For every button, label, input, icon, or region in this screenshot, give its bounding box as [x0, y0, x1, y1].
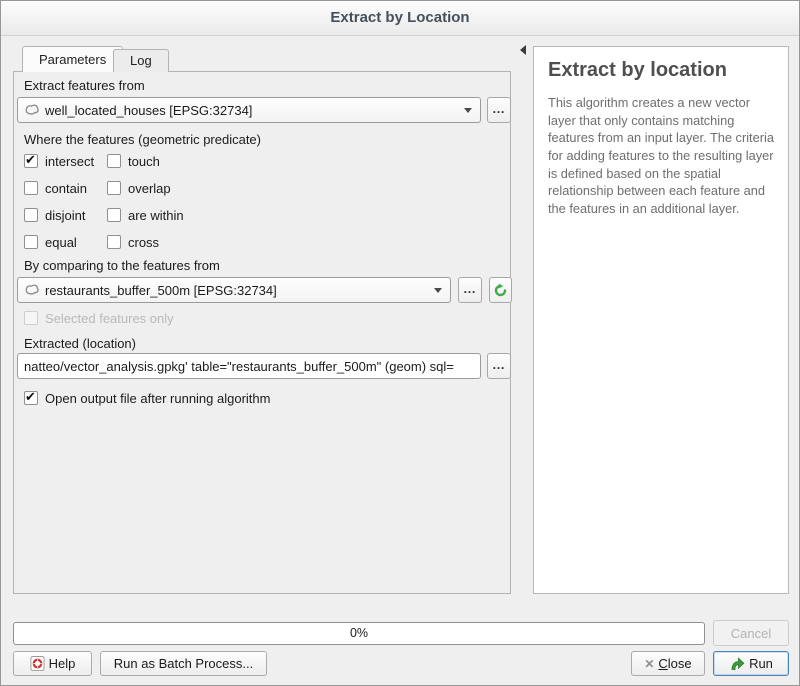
checkbox-equal[interactable]: equal [24, 234, 107, 250]
checkbox-selected-features-only[interactable]: Selected features only [24, 310, 174, 326]
cancel-button[interactable]: Cancel [713, 620, 789, 646]
checkbox-box [107, 208, 121, 222]
checkbox-are-within[interactable]: are within [107, 207, 184, 223]
checkbox-box [24, 391, 38, 405]
progress-value: 0% [350, 626, 368, 640]
extract-by-location-dialog: Extract by Location Parameters Log Extra… [0, 0, 800, 686]
input-layer-combobox[interactable]: well_located_houses [EPSG:32734] [17, 97, 481, 123]
tab-parameters[interactable]: Parameters [22, 46, 123, 72]
help-button-label: Help [49, 656, 76, 671]
help-panel-description: This algorithm creates a new vector laye… [548, 94, 774, 218]
ellipsis-icon: … [492, 101, 506, 120]
checkbox-touch[interactable]: touch [107, 153, 184, 169]
checkbox-box [24, 311, 38, 325]
run-arrow-icon [729, 656, 745, 672]
checkbox-box [107, 181, 121, 195]
compare-features-label: By comparing to the features from [24, 258, 220, 273]
ellipsis-icon: … [463, 281, 477, 300]
close-x-icon: ✕ [644, 657, 654, 671]
polygon-layer-icon [24, 282, 40, 298]
predicate-checkbox-grid: intersect touch contain overlap disjoint… [24, 153, 184, 250]
checkbox-label: cross [128, 235, 159, 250]
checkbox-cross[interactable]: cross [107, 234, 184, 250]
checkbox-box [24, 235, 38, 249]
chevron-down-icon [464, 108, 472, 113]
polygon-layer-icon [24, 102, 40, 118]
close-button-label: Close [658, 656, 691, 671]
help-panel: Extract by location This algorithm creat… [533, 46, 789, 594]
browse-output-button[interactable]: … [487, 353, 511, 379]
chevron-down-icon [434, 288, 442, 293]
run-button-label: Run [749, 656, 773, 671]
checkbox-box [24, 208, 38, 222]
checkbox-label: disjoint [45, 208, 85, 223]
checkbox-contain[interactable]: contain [24, 180, 107, 196]
collapse-help-panel-icon[interactable] [520, 45, 526, 55]
browse-input-layer-button[interactable]: … [487, 97, 511, 123]
compare-layer-value: restaurants_buffer_500m [EPSG:32734] [45, 283, 277, 298]
checkbox-label: overlap [128, 181, 171, 196]
checkbox-label: touch [128, 154, 160, 169]
run-button[interactable]: Run [713, 651, 789, 676]
checkbox-overlap[interactable]: overlap [107, 180, 184, 196]
checkbox-label: Selected features only [45, 311, 174, 326]
checkbox-disjoint[interactable]: disjoint [24, 207, 107, 223]
checkbox-intersect[interactable]: intersect [24, 153, 107, 169]
extracted-location-input[interactable] [17, 353, 481, 379]
checkbox-label: Open output file after running algorithm [45, 391, 270, 406]
checkbox-label: equal [45, 235, 77, 250]
close-button[interactable]: ✕ Close [631, 651, 705, 676]
checkbox-box [107, 235, 121, 249]
help-icon [30, 656, 45, 671]
help-panel-title: Extract by location [548, 59, 774, 82]
progress-bar: 0% [13, 622, 705, 645]
extracted-location-label: Extracted (location) [24, 336, 136, 351]
checkbox-label: contain [45, 181, 87, 196]
input-layer-value: well_located_houses [EPSG:32734] [45, 103, 252, 118]
checkbox-box [107, 154, 121, 168]
parameters-pane: Extract features from well_located_house… [13, 71, 511, 594]
checkbox-open-output-file[interactable]: Open output file after running algorithm [24, 390, 270, 406]
iterate-layer-button[interactable] [489, 277, 512, 303]
checkbox-label: are within [128, 208, 184, 223]
geometric-predicate-label: Where the features (geometric predicate) [24, 132, 261, 147]
extract-features-from-label: Extract features from [24, 78, 145, 93]
ellipsis-icon: … [492, 357, 506, 376]
cancel-button-label: Cancel [731, 626, 771, 641]
page-title: Extract by Location [1, 1, 799, 35]
checkbox-box [24, 154, 38, 168]
tab-log[interactable]: Log [113, 49, 169, 72]
iterate-refresh-icon [493, 283, 508, 298]
compare-layer-combobox[interactable]: restaurants_buffer_500m [EPSG:32734] [17, 277, 451, 303]
run-as-batch-process-button[interactable]: Run as Batch Process... [100, 651, 267, 676]
browse-compare-layer-button[interactable]: … [458, 277, 482, 303]
help-button[interactable]: Help [13, 651, 92, 676]
batch-button-label: Run as Batch Process... [114, 656, 253, 671]
title-bar[interactable]: Extract by Location [1, 1, 799, 36]
checkbox-box [24, 181, 38, 195]
checkbox-label: intersect [45, 154, 94, 169]
